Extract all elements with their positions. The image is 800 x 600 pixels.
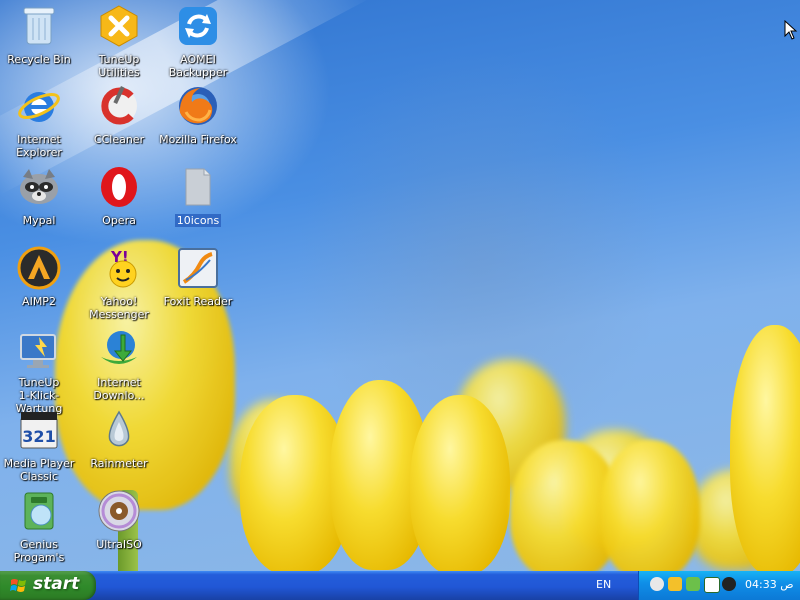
desktop-icon-mypal[interactable]: Mypal: [0, 165, 78, 227]
desktop-icon-aomei-backupper[interactable]: AOMEI Backupper: [159, 4, 237, 79]
start-button[interactable]: start: [0, 571, 96, 600]
desktop-icon-label: Internet Downlo...: [93, 376, 145, 402]
yahoo-messenger-icon: Y!: [97, 246, 141, 290]
desktop-icon-label: 10icons: [174, 214, 222, 227]
desktop-icon-opera[interactable]: Opera: [80, 165, 158, 227]
windows-flag-icon: [10, 579, 26, 592]
desktop-icon-media-player-classic[interactable]: 321 Media Player Classic: [0, 408, 78, 483]
desktop-icon-label: AOMEI Backupper: [168, 53, 228, 79]
desktop-icon-internet-explorer[interactable]: Internet Explorer: [0, 84, 78, 159]
desktop-icon-aimp2[interactable]: AIMP2: [0, 246, 78, 308]
aomei-backupper-icon: [176, 4, 220, 48]
desktop-icon-label: Mozilla Firefox: [159, 133, 237, 146]
desktop-icon-label: UltraISO: [96, 538, 142, 551]
desktop-icon-label: Rainmeter: [90, 457, 148, 470]
desktop-icon-label: Opera: [102, 214, 136, 227]
svg-text:321: 321: [22, 427, 55, 446]
user-tray-icon[interactable]: [668, 577, 682, 591]
language-indicator[interactable]: EN: [596, 578, 611, 591]
genius-programs-icon: [17, 489, 61, 533]
desktop-icon-mozilla-firefox[interactable]: Mozilla Firefox: [159, 84, 237, 146]
ccleaner-icon: [97, 84, 141, 128]
desktop-icon-label: Internet Explorer: [16, 133, 62, 159]
rainmeter-icon: [97, 408, 141, 452]
safely-remove-tray-icon[interactable]: [704, 577, 720, 593]
tuneup-utilities-icon: [97, 4, 141, 48]
desktop-icon-label: CCleaner: [93, 133, 145, 146]
media-player-classic-icon: 321: [17, 408, 61, 452]
desktop-icon-recycle-bin[interactable]: Recycle Bin: [0, 4, 78, 66]
taskbar: start EN 04:33 ص: [0, 571, 800, 600]
desktop-icon-internet-download-manager[interactable]: Internet Downlo...: [80, 327, 158, 402]
recycle-bin-icon: [17, 4, 61, 48]
internet-explorer-icon: [17, 84, 61, 128]
desktop-icon-rainmeter[interactable]: Rainmeter: [80, 408, 158, 470]
tuneup-1-klick-icon: [17, 327, 61, 371]
desktop-icon-ultraiso[interactable]: UltraISO: [80, 489, 158, 551]
volume-tray-icon[interactable]: [722, 577, 736, 591]
system-tray: 04:33 ص: [638, 571, 800, 600]
start-label: start: [33, 574, 80, 594]
taskbar-clock[interactable]: 04:33 ص: [745, 578, 794, 591]
firefox-icon: [176, 84, 220, 128]
desktop-icon-yahoo-messenger[interactable]: Y! Yahoo! Messenger: [80, 246, 158, 321]
desktop-icon-label: AIMP2: [22, 295, 56, 308]
mypal-raccoon-icon: [17, 165, 61, 209]
internet-download-manager-icon: [97, 327, 141, 371]
ultraiso-icon: [97, 489, 141, 533]
aimp2-icon: [17, 246, 61, 290]
desktop-icon-label: TuneUp Utilities: [98, 53, 140, 79]
desktop-icon-label: Recycle Bin: [7, 53, 71, 66]
desktop-icon-label: Mypal: [22, 214, 56, 227]
desktop-icon-foxit-reader[interactable]: Foxit Reader: [159, 246, 237, 308]
folder-icon: [176, 165, 220, 209]
mouse-cursor-icon: [784, 20, 798, 40]
network-tray-icon[interactable]: [686, 577, 700, 591]
foxit-reader-icon: [176, 246, 220, 290]
desktop-icon-ccleaner[interactable]: CCleaner: [80, 84, 158, 146]
messenger-tray-icon[interactable]: [650, 577, 664, 591]
desktop-icon-tuneup-utilities[interactable]: TuneUp Utilities: [80, 4, 158, 79]
desktop-icon-genius-programs[interactable]: Genius Progam's: [0, 489, 78, 564]
desktop-icon-label: Genius Progam's: [13, 538, 65, 564]
desktop-icon-tuneup-1-klick[interactable]: TuneUp 1-Klick-Wartung: [0, 327, 78, 415]
desktop-icon-label: Yahoo! Messenger: [89, 295, 149, 321]
desktop-icon-label: Media Player Classic: [3, 457, 75, 483]
opera-icon: [97, 165, 141, 209]
desktop-icon-label: Foxit Reader: [163, 295, 233, 308]
desktop-icon-10icons-folder[interactable]: 10icons: [159, 165, 237, 228]
